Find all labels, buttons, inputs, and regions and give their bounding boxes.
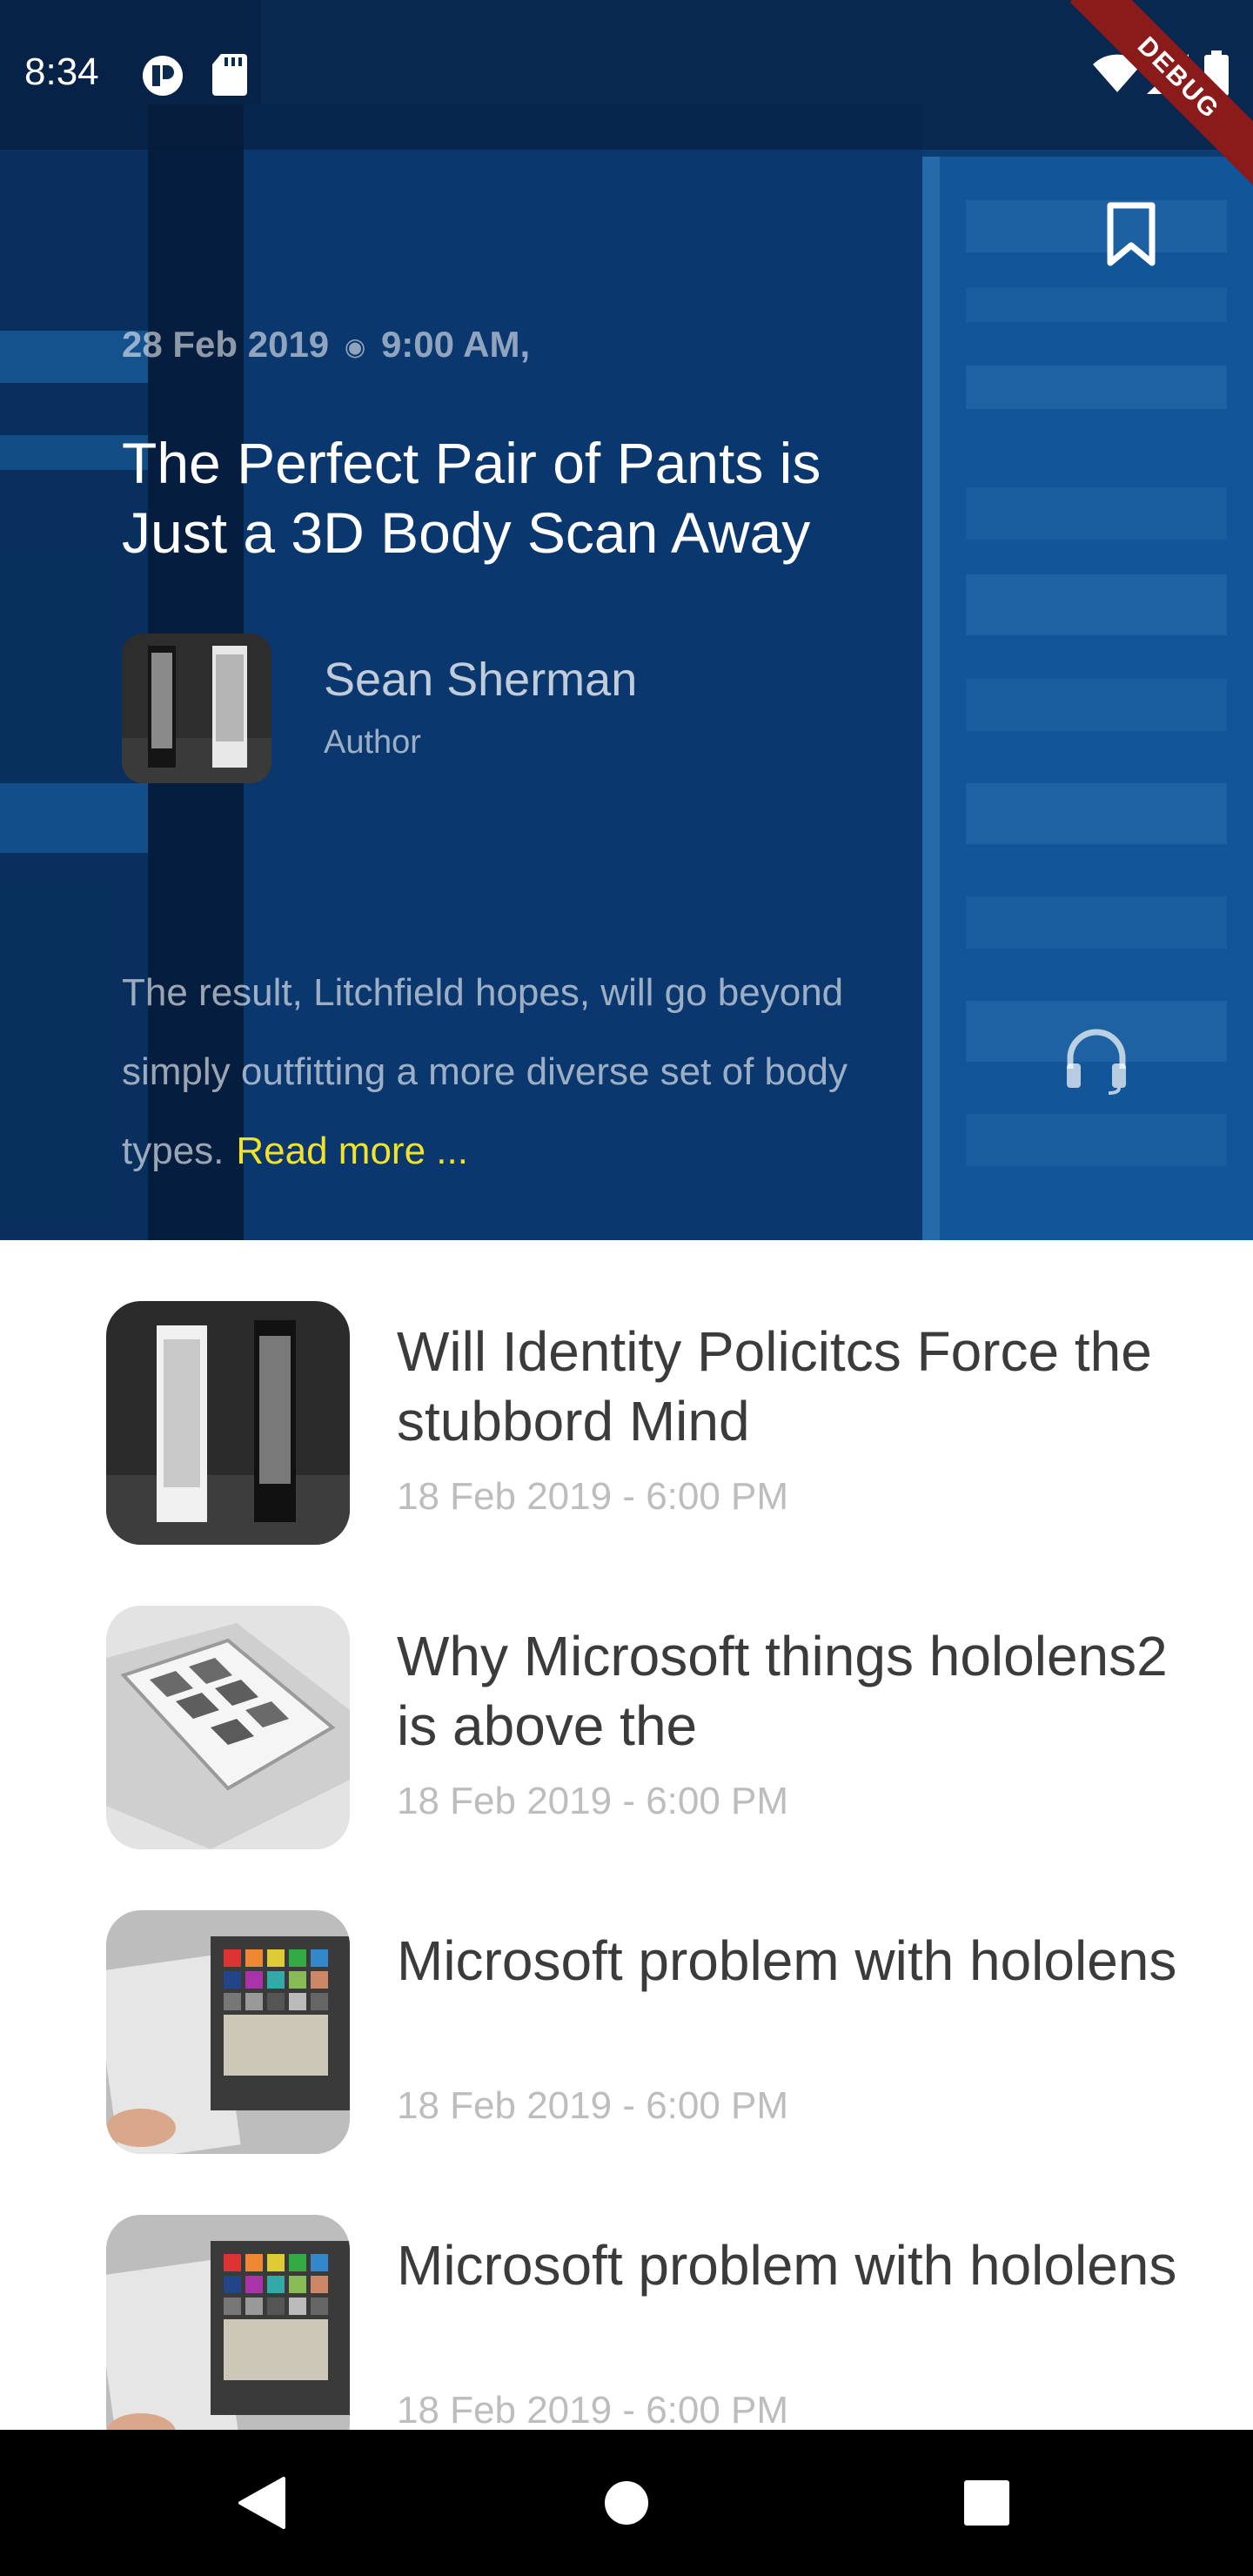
- article-title: Microsoft problem with hololens: [397, 2234, 1177, 2297]
- author-avatar[interactable]: [122, 634, 271, 783]
- bookmark-icon[interactable]: [1103, 200, 1159, 270]
- app-notification-icon: [143, 56, 183, 96]
- article-item[interactable]: Will Identity Policitcs Force the stubbo…: [0, 1301, 1253, 1562]
- excerpt-text: The result, Litchfield hopes, will go be…: [122, 971, 848, 1172]
- status-bar: 8:34: [0, 0, 1253, 150]
- color-swatch-binder-image: [106, 2215, 350, 2430]
- system-nav-bar: [0, 2430, 1253, 2576]
- status-time: 8:34: [24, 50, 99, 93]
- headset-icon[interactable]: [1062, 1025, 1131, 1095]
- hero-title[interactable]: The Perfect Pair of Pants is Just a 3D B…: [122, 428, 940, 567]
- article-date: 18 Feb 2019 - 6:00 PM: [397, 1780, 789, 1822]
- hero-time: 9:00 AM,: [380, 324, 531, 365]
- back-icon[interactable]: [237, 2477, 285, 2529]
- hero-date-time: 28 Feb 2019 ◉ 9:00 AM,: [122, 324, 530, 366]
- article-item[interactable]: Microsoft problem with hololens 18 Feb 2…: [0, 1910, 1253, 2171]
- article-title: Will Identity Policitcs Force the stubbo…: [397, 1320, 1152, 1452]
- article-title: Why Microsoft things hololens2 is above …: [397, 1625, 1168, 1757]
- hero-excerpt: The result, Litchfield hopes, will go be…: [122, 953, 905, 1191]
- article-date: 18 Feb 2019 - 6:00 PM: [397, 1475, 789, 1518]
- clock-dot-icon: ◉: [344, 333, 366, 361]
- sd-card-icon: [212, 54, 247, 96]
- article-date: 18 Feb 2019 - 6:00 PM: [397, 2389, 789, 2430]
- hero-banner: 8:34 DEBUG 28 Feb 2019 ◉ 9:00 AM, The Pe…: [0, 0, 1253, 1240]
- home-icon[interactable]: [604, 2480, 649, 2526]
- recents-icon[interactable]: [964, 2480, 1009, 2526]
- read-more-link[interactable]: Read more ...: [236, 1130, 468, 1172]
- display-racks-image: [106, 1301, 350, 1545]
- article-item[interactable]: Microsoft problem with hololens 18 Feb 2…: [0, 2215, 1253, 2430]
- hero-date: 28 Feb 2019: [122, 324, 330, 365]
- article-list: Will Identity Policitcs Force the stubbo…: [0, 1240, 1253, 2430]
- article-date: 18 Feb 2019 - 6:00 PM: [397, 2084, 789, 2127]
- color-swatch-binder-image: [106, 1910, 350, 2154]
- author-role: Author: [324, 724, 421, 761]
- article-item[interactable]: Why Microsoft things hololens2 is above …: [0, 1606, 1253, 1867]
- sample-tray-image: [106, 1606, 350, 1849]
- article-title: Microsoft problem with hololens: [397, 1929, 1177, 1992]
- author-name: Sean Sherman: [324, 654, 638, 706]
